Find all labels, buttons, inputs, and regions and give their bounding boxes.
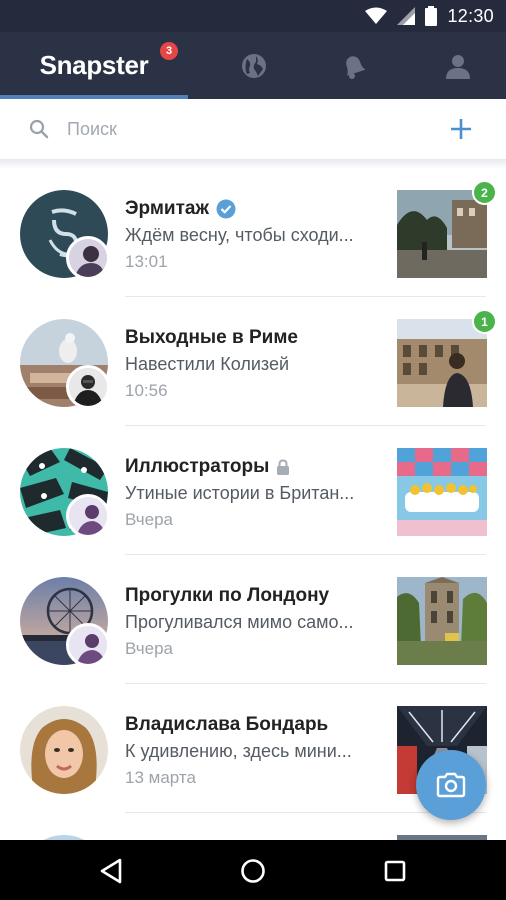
avatar — [20, 706, 108, 794]
system-nav-bar — [0, 840, 506, 900]
profile-icon — [446, 54, 470, 79]
chat-time: 10:56 — [125, 381, 168, 400]
chat-name: Прогулки по Лондону — [125, 585, 330, 606]
search-bar — [0, 99, 506, 159]
chat-last-message: Ждём весну, чтобы сходи... — [125, 225, 354, 245]
back-button[interactable] — [94, 854, 128, 888]
chat-row-hermitage[interactable]: Эрмитаж Ждём весну, чтобы сходи... 13:01… — [0, 168, 506, 297]
notification-badge: 3 — [160, 42, 178, 60]
chat-name-container: Эрмитаж — [125, 198, 236, 220]
search-icon — [29, 119, 49, 139]
chat-row-rome-weekend[interactable]: Выходные в Риме Навестили Колизей 10:56 … — [0, 297, 506, 426]
chat-name-container: Прогулки по Лондону — [125, 585, 329, 607]
chat-list: Эрмитаж Ждём весну, чтобы сходи... 13:01… — [0, 168, 506, 840]
chat-name-container: Выходные в Риме — [125, 327, 298, 349]
chat-time: 13:01 — [125, 252, 168, 271]
chat-thumbnail — [397, 448, 487, 536]
unread-count-badge: 1 — [472, 309, 497, 334]
chat-last-message: Прогуливался мимо само... — [125, 612, 354, 632]
app-title: Snapster — [39, 50, 149, 80]
chat-time: Вчера — [125, 639, 173, 658]
recents-icon — [384, 860, 406, 882]
chat-name: Иллюстраторы — [125, 456, 270, 477]
unread-count-badge: 2 — [472, 180, 497, 205]
lock-icon — [277, 459, 290, 475]
member-avatar — [66, 494, 110, 538]
member-avatar — [66, 236, 110, 280]
tab-explore[interactable] — [210, 32, 298, 99]
chat-name-container: Владислава Бондарь — [125, 714, 328, 736]
chat-last-message: Навестили Колизей — [125, 354, 290, 374]
wifi-icon — [365, 7, 388, 24]
chat-last-message: Утиные истории в Британ... — [125, 483, 355, 503]
chat-name-container: Иллюстраторы — [125, 456, 290, 478]
camera-icon — [436, 772, 466, 798]
recents-button[interactable] — [378, 854, 412, 888]
verified-icon — [216, 199, 236, 219]
home-icon — [241, 859, 265, 883]
back-icon — [100, 858, 122, 884]
chat-name: Выходные в Риме — [125, 327, 298, 348]
tab-home[interactable]: Snapster 3 — [0, 32, 188, 99]
chat-name: Владислава Бондарь — [125, 714, 329, 735]
chat-name: Эрмитаж — [125, 198, 209, 219]
status-bar: 12:30 — [0, 0, 506, 32]
chat-time: Вчера — [125, 510, 173, 529]
plus-icon[interactable] — [448, 116, 474, 142]
bell-icon — [346, 55, 366, 79]
tab-notifications[interactable] — [310, 32, 398, 99]
app-header: Snapster 3 — [0, 32, 506, 99]
chat-thumbnail — [397, 319, 487, 407]
chat-row-london-walks[interactable]: Прогулки по Лондону Прогуливался мимо са… — [0, 555, 506, 684]
chat-thumbnail — [397, 190, 487, 278]
tab-profile[interactable] — [414, 32, 502, 99]
search-input[interactable] — [67, 114, 427, 144]
status-time: 12:30 — [447, 5, 494, 26]
member-avatar — [66, 623, 110, 667]
battery-icon — [425, 6, 438, 26]
chat-row-illustrators[interactable]: Иллюстраторы Утиные истории в Британ... … — [0, 426, 506, 555]
chat-thumbnail — [397, 577, 487, 665]
chat-row-partial[interactable] — [0, 813, 506, 840]
member-avatar — [66, 365, 110, 409]
chat-last-message: К удивлению, здесь мини... — [125, 741, 352, 761]
home-button[interactable] — [236, 854, 270, 888]
signal-icon — [397, 7, 416, 25]
globe-icon — [242, 53, 266, 78]
camera-button[interactable] — [416, 750, 486, 820]
chat-time: 13 марта — [125, 768, 196, 787]
